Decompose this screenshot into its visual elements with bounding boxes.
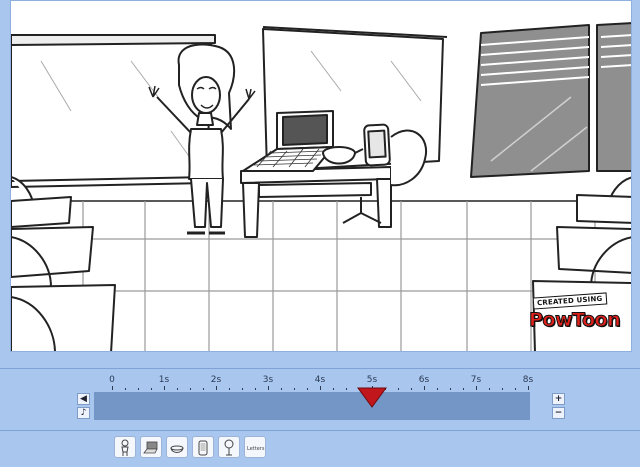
music-note-icon[interactable]: ♪ (77, 407, 90, 419)
tick-label: 3s (262, 375, 274, 385)
ruler-minor-tick (411, 388, 412, 390)
text-asset-label: Letters (247, 446, 265, 452)
ruler-tick (216, 386, 217, 390)
brand-logo-text: PowToon (528, 309, 621, 332)
text-asset-button[interactable]: Letters (244, 436, 266, 458)
laptop-icon (143, 441, 158, 454)
ruler-minor-tick (281, 388, 282, 390)
track-side-controls: ◀ ♪ (75, 392, 92, 420)
ruler-minor-tick (229, 388, 230, 390)
asset-toolbar: Letters (114, 436, 266, 460)
tick-label: 0 (109, 375, 115, 385)
tick-label: 8s (522, 375, 534, 385)
powtoon-watermark: CREATED USING PowToon (528, 292, 625, 345)
ruler-tick (164, 386, 165, 390)
bowl-icon (170, 445, 184, 453)
ruler-minor-tick (502, 388, 503, 390)
speaker-icon[interactable]: ◀ (77, 393, 90, 405)
asset-divider (0, 430, 640, 431)
playhead-marker[interactable] (357, 386, 387, 408)
tick-label: 2s (210, 375, 222, 385)
ruler-minor-tick (398, 388, 399, 390)
ruler-minor-tick (450, 388, 451, 390)
scene-canvas[interactable]: CREATED USING PowToon (10, 0, 632, 352)
text-icon: Letters (247, 446, 265, 452)
tick-label: 6s (418, 375, 430, 385)
lamp-asset-button[interactable] (218, 436, 240, 458)
phone-asset-button[interactable] (192, 436, 214, 458)
ruler-minor-tick (463, 388, 464, 390)
ruler-minor-tick (138, 388, 139, 390)
character-asset-button[interactable] (114, 436, 136, 458)
tick-label: 1s (158, 375, 170, 385)
timeline-track[interactable] (94, 392, 530, 420)
ruler-minor-tick (151, 388, 152, 390)
laptop-asset-button[interactable] (140, 436, 162, 458)
zoom-out-button[interactable]: − (552, 407, 565, 419)
character-icon (121, 439, 129, 456)
ruler-tick (112, 386, 113, 390)
ruler-minor-tick (437, 388, 438, 390)
tick-label: 5s (366, 375, 378, 385)
ruler-minor-tick (346, 388, 347, 390)
ruler-tick (320, 386, 321, 390)
ruler-minor-tick (307, 388, 308, 390)
ruler-minor-tick (177, 388, 178, 390)
ruler-minor-tick (190, 388, 191, 390)
ruler-minor-tick (489, 388, 490, 390)
lamp-icon (224, 439, 234, 456)
timeline-ruler: 0 1s 2s 3s 4s 5s 6s 7s 8s (94, 372, 544, 390)
ruler-minor-tick (125, 388, 126, 390)
ruler-minor-tick (333, 388, 334, 390)
ruler-minor-tick (242, 388, 243, 390)
ruler-minor-tick (515, 388, 516, 390)
phone-icon (198, 440, 208, 456)
ruler-tick (476, 386, 477, 390)
ruler-minor-tick (203, 388, 204, 390)
ruler-minor-tick (294, 388, 295, 390)
ruler-tick (528, 386, 529, 390)
ruler-tick (268, 386, 269, 390)
tick-label: 4s (314, 375, 326, 385)
timeline-divider (0, 368, 640, 369)
ruler-minor-tick (255, 388, 256, 390)
zoom-in-button[interactable]: + (552, 393, 565, 405)
ruler-tick (424, 386, 425, 390)
bowl-asset-button[interactable] (166, 436, 188, 458)
tick-label: 7s (470, 375, 482, 385)
created-using-label: CREATED USING (532, 292, 607, 310)
